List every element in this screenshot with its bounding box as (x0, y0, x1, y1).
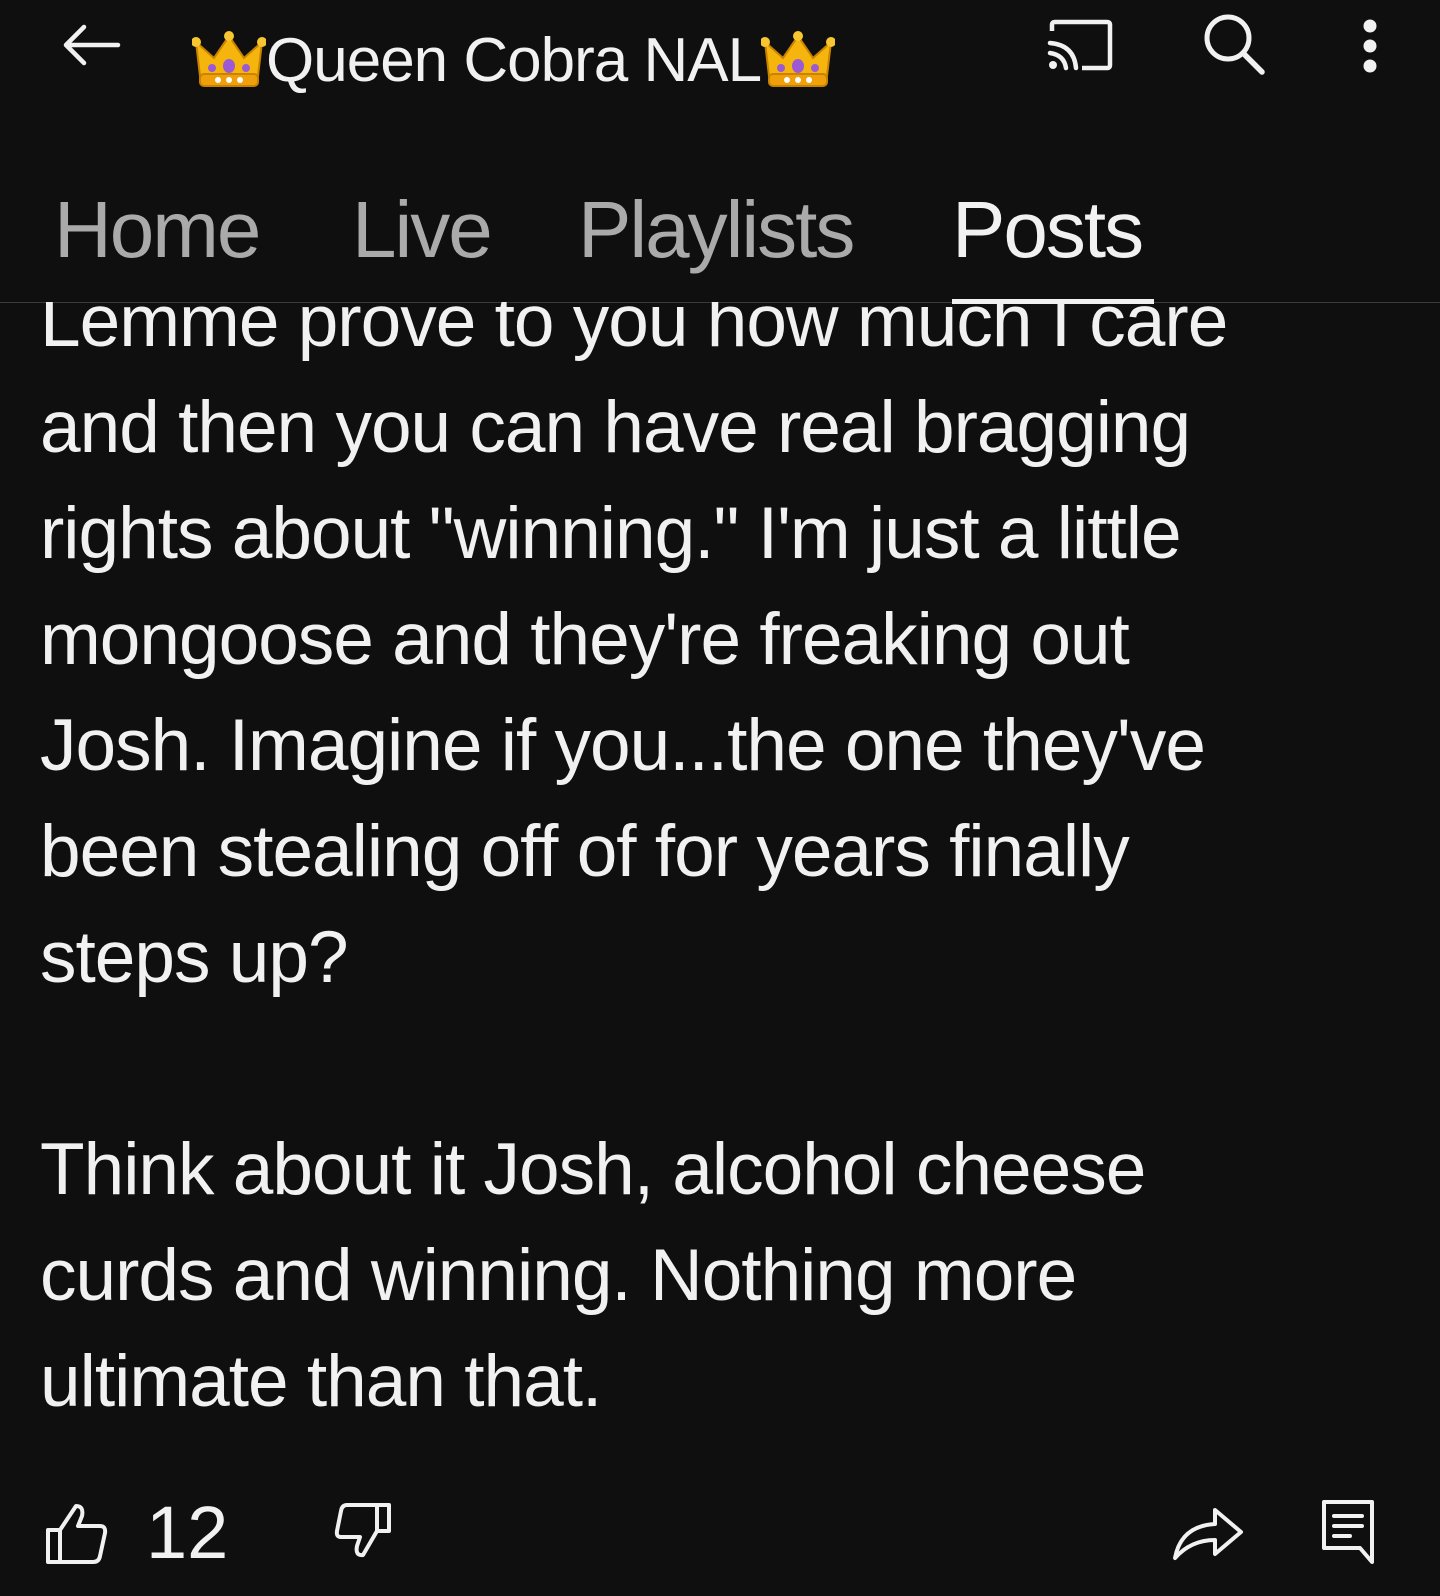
tab-home[interactable]: Home (54, 184, 261, 276)
top-app-bar: Queen Cobra NAL (0, 0, 1440, 130)
comment-icon[interactable] (1318, 1496, 1378, 1566)
search-icon[interactable] (1196, 6, 1272, 82)
channel-title: Queen Cobra NAL (192, 22, 836, 98)
channel-tabs: Home Live Playlists Posts (0, 150, 1440, 304)
cast-icon[interactable] (1040, 10, 1120, 80)
like-icon[interactable] (44, 1500, 110, 1566)
post-text: Lemme prove to you how much I care and t… (40, 302, 1228, 1422)
like-count: 12 (146, 1491, 229, 1574)
crown-icon (192, 31, 266, 87)
tab-posts[interactable]: Posts (952, 184, 1144, 276)
channel-name: Queen Cobra NAL (266, 25, 762, 95)
tab-live[interactable]: Live (352, 184, 493, 276)
back-arrow-icon[interactable] (56, 10, 126, 80)
dislike-icon[interactable] (330, 1498, 396, 1564)
post-action-bar: 12 (0, 1470, 1440, 1590)
crown-icon (761, 31, 836, 87)
tab-playlists[interactable]: Playlists (578, 184, 855, 276)
share-icon[interactable] (1168, 1496, 1248, 1566)
more-options-icon[interactable] (1340, 6, 1400, 86)
post-body: Lemme prove to you how much I care and t… (40, 302, 1410, 1422)
